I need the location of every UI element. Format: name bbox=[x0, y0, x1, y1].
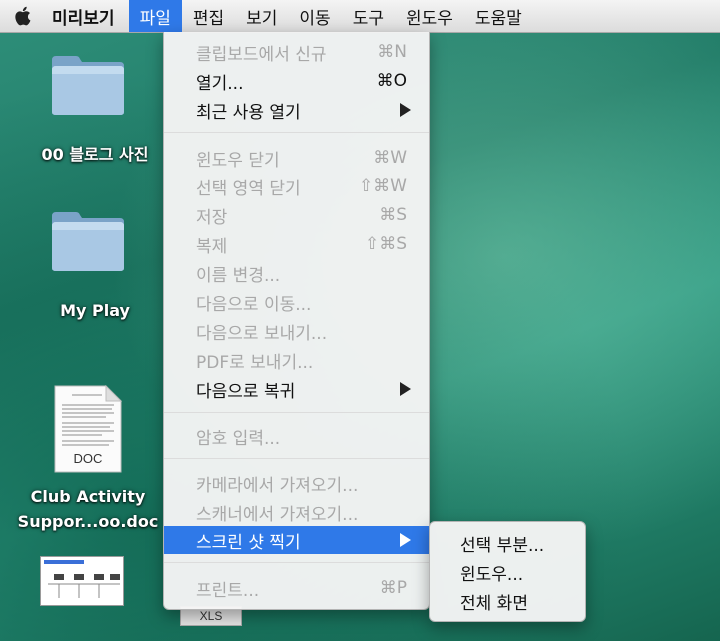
menu-app-name[interactable]: 미리보기 bbox=[44, 0, 129, 32]
menu-item-shortcut: ⌘S bbox=[379, 205, 407, 225]
menu-item-duplicate[interactable]: 복제 ⇧⌘S bbox=[164, 230, 429, 258]
folder-icon bbox=[52, 56, 124, 115]
apple-menu-icon[interactable] bbox=[0, 0, 44, 32]
menu-item-label: 카메라에서 가져오기... bbox=[196, 475, 359, 496]
menu-item-label: 스캐너에서 가져오기... bbox=[196, 504, 359, 525]
menu-item-label: 열기... bbox=[196, 73, 244, 94]
menu-item-label: 다음으로 복귀 bbox=[196, 381, 296, 402]
menu-item-save[interactable]: 저장 ⌘S bbox=[164, 201, 429, 229]
menu-item-label: 선택 부분... bbox=[460, 535, 545, 556]
menu-view[interactable]: 보기 bbox=[235, 0, 288, 32]
menu-item-close-window[interactable]: 윈도우 닫기 ⌘W bbox=[164, 144, 429, 172]
menu-separator bbox=[164, 562, 429, 563]
menu-item-new-from-clipboard[interactable]: 클립보드에서 신규 ⌘N bbox=[164, 38, 429, 66]
submenu-arrow-icon bbox=[400, 533, 411, 547]
menu-item-label: 다음으로 이동... bbox=[196, 294, 312, 315]
menu-item-label: 저장 bbox=[196, 207, 228, 228]
menu-item-label: 선택 영역 닫기 bbox=[196, 178, 301, 199]
menu-go[interactable]: 이동 bbox=[288, 0, 341, 32]
menu-item-open-recent[interactable]: 최근 사용 열기 bbox=[164, 96, 429, 124]
menu-separator bbox=[164, 132, 429, 133]
submenu-item-entire-screen[interactable]: 전체 화면 bbox=[430, 587, 585, 615]
menu-item-import-from-scanner[interactable]: 스캐너에서 가져오기... bbox=[164, 498, 429, 526]
file-menu-dropdown: 클립보드에서 신규 ⌘N 열기... ⌘O 최근 사용 열기 윈도우 닫기 ⌘W… bbox=[163, 32, 430, 610]
menu-item-revert-to[interactable]: 다음으로 복귀 bbox=[164, 375, 429, 403]
menu-help[interactable]: 도움말 bbox=[464, 0, 533, 32]
menu-item-export-pdf[interactable]: PDF로 보내기... bbox=[164, 346, 429, 374]
menu-separator bbox=[164, 412, 429, 413]
menu-item-import-from-camera[interactable]: 카메라에서 가져오기... bbox=[164, 469, 429, 497]
folder-label: 00 블로그 사진 bbox=[41, 145, 149, 164]
menu-item-label: PDF로 보내기... bbox=[196, 352, 314, 373]
menu-item-close-selection[interactable]: 선택 영역 닫기 ⇧⌘W bbox=[164, 172, 429, 200]
menu-item-label: 클립보드에서 신규 bbox=[196, 44, 327, 65]
submenu-item-selection[interactable]: 선택 부분... bbox=[430, 529, 585, 557]
menu-item-shortcut: ⇧⌘W bbox=[358, 176, 407, 196]
menu-item-shortcut: ⌘W bbox=[373, 148, 407, 168]
folder-label: My Play bbox=[60, 301, 130, 320]
menu-item-label: 윈도우... bbox=[460, 564, 524, 585]
menu-item-open[interactable]: 열기... ⌘O bbox=[164, 67, 429, 95]
submenu-item-window[interactable]: 윈도우... bbox=[430, 558, 585, 586]
menu-item-label: 최근 사용 열기 bbox=[196, 102, 301, 123]
submenu-arrow-icon bbox=[400, 103, 411, 117]
menu-item-label: 이름 변경... bbox=[196, 265, 281, 286]
menu-item-move-to[interactable]: 다음으로 이동... bbox=[164, 288, 429, 316]
doc-badge: DOC bbox=[73, 451, 103, 466]
menu-separator bbox=[164, 458, 429, 459]
menu-item-rename[interactable]: 이름 변경... bbox=[164, 259, 429, 287]
screenshot-submenu: 선택 부분... 윈도우... 전체 화면 bbox=[429, 521, 586, 622]
menu-tools[interactable]: 도구 bbox=[342, 0, 395, 32]
menu-item-shortcut: ⌘O bbox=[376, 71, 407, 91]
menu-item-enter-password[interactable]: 암호 입력... bbox=[164, 422, 429, 450]
menu-item-label: 윈도우 닫기 bbox=[196, 150, 280, 171]
menu-item-take-screenshot[interactable]: 스크린 샷 찍기 bbox=[164, 526, 429, 554]
menu-bar: 미리보기 파일 편집 보기 이동 도구 윈도우 도움말 bbox=[0, 0, 720, 33]
menu-item-shortcut: ⌘P bbox=[379, 578, 407, 598]
doc-icon: DOC bbox=[54, 385, 122, 473]
menu-edit[interactable]: 편집 bbox=[182, 0, 235, 32]
menu-item-print[interactable]: 프린트... ⌘P bbox=[164, 574, 429, 602]
menu-item-label: 다음으로 보내기... bbox=[196, 323, 328, 344]
menu-file[interactable]: 파일 bbox=[128, 0, 182, 32]
submenu-arrow-icon bbox=[400, 382, 411, 396]
spreadsheet-icon bbox=[40, 556, 124, 606]
menu-item-label: 복제 bbox=[196, 236, 228, 257]
menu-item-label: 전체 화면 bbox=[460, 593, 528, 614]
menu-item-shortcut: ⇧⌘S bbox=[364, 234, 407, 254]
folder-icon bbox=[52, 212, 124, 271]
menu-item-export[interactable]: 다음으로 보내기... bbox=[164, 317, 429, 345]
menu-item-shortcut: ⌘N bbox=[377, 42, 407, 62]
file-label-line2: Suppor...oo.doc bbox=[17, 512, 159, 531]
menu-item-label: 암호 입력... bbox=[196, 428, 281, 449]
menu-item-label: 프린트... bbox=[196, 580, 260, 601]
menu-window[interactable]: 윈도우 bbox=[395, 0, 464, 32]
file-label-line1: Club Activity bbox=[30, 487, 146, 506]
menu-item-label: 스크린 샷 찍기 bbox=[196, 532, 301, 553]
